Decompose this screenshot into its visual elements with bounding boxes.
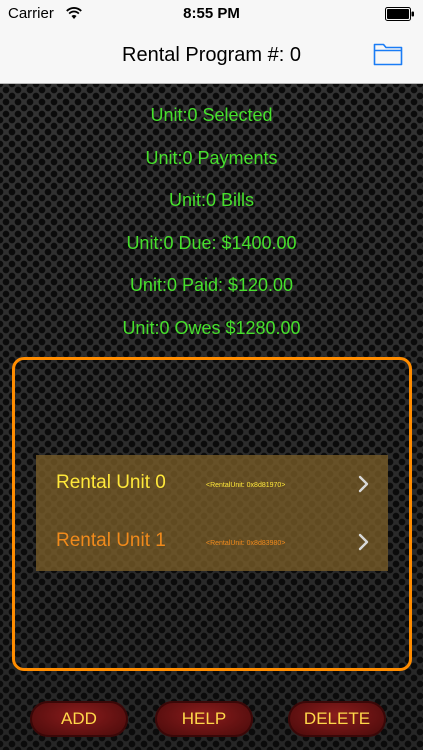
rental-unit-object-id: <RentalUnit: 0x8d81970> xyxy=(206,482,286,489)
selected-unit-label: Unit:0 Selected xyxy=(150,105,273,125)
paid-amount-label: Unit:0 Paid: $120.00 xyxy=(129,275,294,295)
folder-icon xyxy=(373,43,403,66)
help-button[interactable]: HELP xyxy=(155,701,253,737)
unit-summary: Unit:0 Selected Unit:0 Payments Unit:0 B… xyxy=(0,98,423,353)
status-time: 8:55 PM xyxy=(183,5,240,22)
rental-unit-list: Rental Unit 0 <RentalUnit: 0x8d81970> Re… xyxy=(36,455,388,571)
chevron-right-icon xyxy=(358,475,369,493)
rental-unit-row[interactable]: Rental Unit 0 <RentalUnit: 0x8d81970> xyxy=(36,455,388,513)
bills-label: Unit:0 Bills xyxy=(168,190,255,210)
due-amount-label: Unit:0 Due: $1400.00 xyxy=(126,232,297,253)
payments-label: Unit:0 Payments xyxy=(145,147,278,168)
battery-icon xyxy=(385,7,414,21)
page-title: Rental Program #: 0 xyxy=(122,44,301,66)
delete-button[interactable]: DELETE xyxy=(288,701,386,737)
folder-button[interactable] xyxy=(373,40,403,66)
navigation-bar: Rental Program #: 0 xyxy=(0,28,423,84)
chevron-right-icon xyxy=(358,533,369,551)
rental-unit-object-id: <RentalUnit: 0x8d83980> xyxy=(206,540,286,547)
rental-unit-row[interactable]: Rental Unit 1 <RentalUnit: 0x8d83980> xyxy=(36,513,388,571)
add-button[interactable]: ADD xyxy=(30,701,128,737)
rental-unit-label: Rental Unit 1 xyxy=(56,530,166,551)
rental-unit-label: Rental Unit 0 xyxy=(56,472,166,493)
status-bar: Carrier 8:55 PM xyxy=(0,0,423,28)
owes-amount-label: Unit:0 Owes $1280.00 xyxy=(122,317,301,338)
